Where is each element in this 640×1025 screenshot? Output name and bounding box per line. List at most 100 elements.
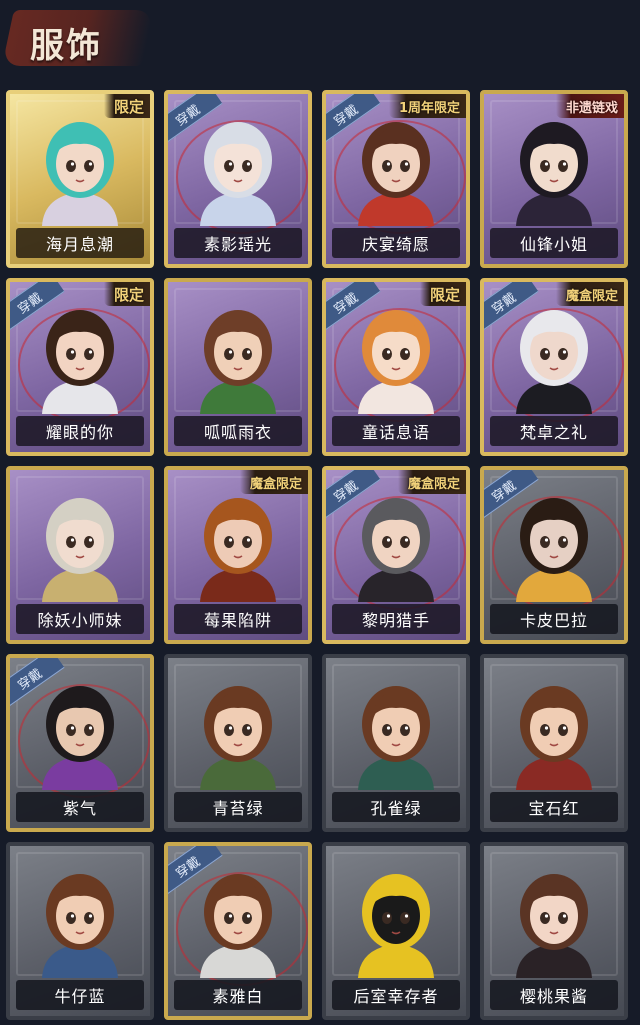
costume-name: 莓果陷阱: [174, 604, 302, 634]
left-eye: [382, 160, 392, 172]
right-eye-highlight: [404, 726, 409, 730]
left-eye-highlight: [386, 726, 391, 730]
right-eye-highlight: [404, 350, 409, 354]
portrait-frame: [28, 296, 132, 414]
page-header: 服饰: [0, 0, 640, 88]
costume-name: 樱桃果酱: [490, 980, 618, 1010]
limited-tag: 非遗链戏: [555, 94, 624, 118]
portrait-frame: [502, 672, 606, 790]
costume-card[interactable]: 后室幸存者: [322, 842, 470, 1020]
portrait-frame: [186, 108, 290, 226]
left-eye: [382, 912, 392, 924]
costume-name: 牛仔蓝: [16, 980, 144, 1010]
costume-card[interactable]: 樱桃果酱: [480, 842, 628, 1020]
costume-grid: 海月息潮 限定 素影瑶光 穿戴 庆宴绮愿 穿戴 1周年限定 仙锋小姐 非遗链戏耀眼的你 穿戴 限定呱…: [0, 88, 640, 1025]
portrait-frame: [344, 860, 448, 978]
costume-card[interactable]: 海月息潮 限定: [6, 90, 154, 268]
portrait-frame: [28, 672, 132, 790]
right-eye-highlight: [562, 538, 567, 542]
right-eye-highlight: [88, 538, 93, 542]
costume-name: 呱呱雨衣: [174, 416, 302, 446]
right-eye-highlight: [562, 350, 567, 354]
portrait-frame: [502, 108, 606, 226]
right-eye: [558, 160, 568, 172]
right-eye: [84, 724, 94, 736]
costume-card[interactable]: 紫气 穿戴: [6, 654, 154, 832]
right-eye-highlight: [562, 914, 567, 918]
costume-name: 庆宴绮愿: [332, 228, 460, 258]
costume-card[interactable]: 耀眼的你 穿戴 限定: [6, 278, 154, 456]
left-eye-highlight: [228, 726, 233, 730]
limited-tag: 1周年限定: [388, 94, 466, 118]
right-eye: [84, 912, 94, 924]
left-eye-highlight: [386, 162, 391, 166]
right-eye: [400, 536, 410, 548]
left-eye-highlight: [544, 162, 549, 166]
character-portrait: [358, 498, 434, 602]
costume-card[interactable]: 青苔绿: [164, 654, 312, 832]
costume-card[interactable]: 宝石红: [480, 654, 628, 832]
limited-tag: 限定: [103, 94, 150, 118]
right-eye-highlight: [246, 914, 251, 918]
costume-card[interactable]: 素雅白 穿戴: [164, 842, 312, 1020]
right-eye: [84, 348, 94, 360]
right-eye-highlight: [404, 538, 409, 542]
costume-card[interactable]: 孔雀绿: [322, 654, 470, 832]
limited-tag: 限定: [419, 282, 466, 306]
character-portrait: [42, 122, 118, 226]
costume-card[interactable]: 牛仔蓝: [6, 842, 154, 1020]
left-eye: [66, 160, 76, 172]
character-portrait: [358, 874, 434, 978]
portrait-frame: [344, 108, 448, 226]
character-portrait: [516, 498, 592, 602]
costume-card[interactable]: 仙锋小姐 非遗链戏: [480, 90, 628, 268]
left-eye-highlight: [70, 726, 75, 730]
costume-card[interactable]: 黎明猎手 穿戴 魔盒限定: [322, 466, 470, 644]
portrait-frame: [28, 108, 132, 226]
costume-name: 素影瑶光: [174, 228, 302, 258]
costume-card[interactable]: 庆宴绮愿 穿戴 1周年限定: [322, 90, 470, 268]
limited-tag: 限定: [103, 282, 150, 306]
costume-card[interactable]: 素影瑶光 穿戴: [164, 90, 312, 268]
limited-tag: 魔盒限定: [555, 282, 624, 306]
right-eye: [84, 536, 94, 548]
right-eye-highlight: [246, 162, 251, 166]
character-portrait: [200, 310, 276, 414]
right-eye-highlight: [562, 162, 567, 166]
left-eye: [224, 348, 234, 360]
costume-name: 孔雀绿: [332, 792, 460, 822]
character-portrait: [42, 310, 118, 414]
character-portrait: [200, 686, 276, 790]
left-eye: [66, 348, 76, 360]
left-eye-highlight: [544, 726, 549, 730]
left-eye: [66, 912, 76, 924]
left-eye-highlight: [544, 914, 549, 918]
left-eye-highlight: [228, 162, 233, 166]
costume-card[interactable]: 童话息语 穿戴 限定: [322, 278, 470, 456]
right-eye: [558, 348, 568, 360]
right-eye: [242, 912, 252, 924]
right-eye: [84, 160, 94, 172]
right-eye-highlight: [88, 350, 93, 354]
character-portrait: [200, 498, 276, 602]
character-portrait: [516, 686, 592, 790]
left-eye: [224, 536, 234, 548]
costume-card[interactable]: 呱呱雨衣: [164, 278, 312, 456]
left-eye: [66, 724, 76, 736]
portrait-frame: [502, 860, 606, 978]
costume-name: 童话息语: [332, 416, 460, 446]
portrait-frame: [186, 296, 290, 414]
costume-name: 黎明猎手: [332, 604, 460, 634]
costume-card[interactable]: 莓果陷阱 魔盒限定: [164, 466, 312, 644]
right-eye: [242, 724, 252, 736]
costume-card[interactable]: 除妖小师妹: [6, 466, 154, 644]
costume-card[interactable]: 梵卓之礼 穿戴 魔盒限定: [480, 278, 628, 456]
costume-card[interactable]: 卡皮巴拉 穿戴: [480, 466, 628, 644]
portrait-frame: [186, 672, 290, 790]
left-eye-highlight: [544, 538, 549, 542]
portrait-frame: [344, 484, 448, 602]
costume-name: 除妖小师妹: [16, 604, 144, 634]
portrait-frame: [344, 296, 448, 414]
character-portrait: [200, 122, 276, 226]
left-eye-highlight: [70, 914, 75, 918]
